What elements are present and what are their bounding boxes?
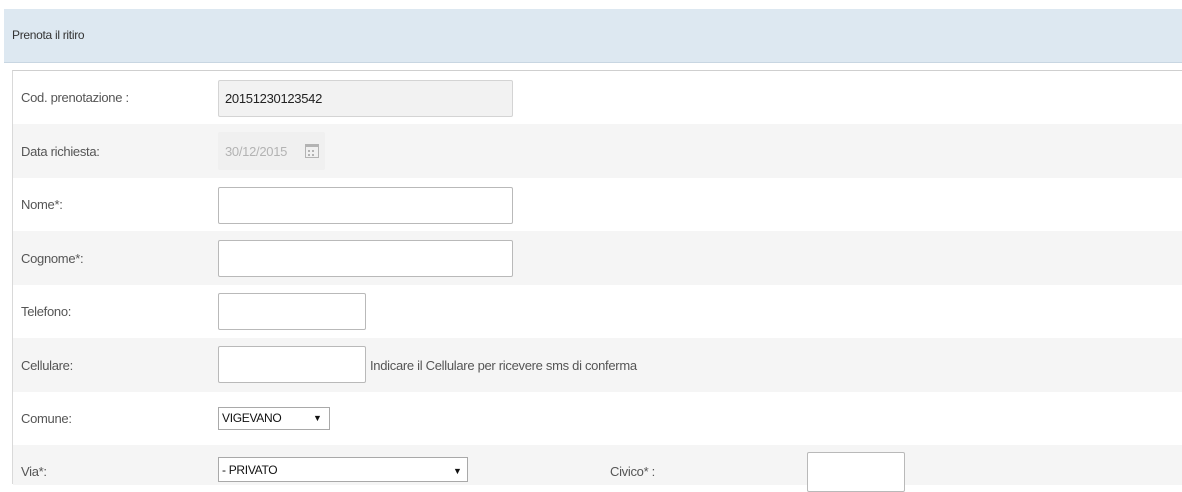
data-richiesta-field[interactable]: 30/12/2015 [218, 132, 325, 170]
row-comune: Comune: VIGEVANO ▼ [13, 392, 1182, 445]
chevron-down-icon: ▼ [313, 413, 322, 423]
panel-title: Prenota il ritiro [12, 28, 85, 42]
via-select[interactable]: - PRIVATO ▼ [218, 457, 468, 482]
nome-label: Nome*: [21, 197, 63, 212]
civico-label: Civico* : [610, 464, 655, 479]
via-selected: - PRIVATO [222, 463, 278, 477]
cognome-label: Cognome*: [21, 251, 84, 266]
telefono-label: Telefono: [21, 304, 72, 319]
nome-input[interactable] [218, 187, 513, 224]
cellulare-hint: Indicare il Cellulare per ricevere sms d… [370, 358, 637, 373]
cognome-input[interactable] [218, 240, 513, 277]
data-richiesta-label: Data richiesta: [21, 144, 100, 159]
cod-prenotazione-label: Cod. prenotazione : [21, 90, 129, 105]
cod-prenotazione-value: 20151230123542 [225, 91, 323, 106]
row-via: Via*: - PRIVATO ▼ Civico* : [13, 445, 1182, 492]
row-nome: Nome*: [13, 178, 1182, 231]
calendar-icon[interactable] [305, 144, 319, 158]
row-telefono: Telefono: [13, 285, 1182, 338]
comune-selected: VIGEVANO [222, 411, 282, 425]
row-data-richiesta: Data richiesta: 30/12/2015 [13, 124, 1182, 178]
row-cod-prenotazione: Cod. prenotazione : 20151230123542 [13, 71, 1182, 124]
via-label: Via*: [21, 464, 47, 479]
chevron-down-icon: ▼ [453, 466, 462, 476]
row-cellulare: Cellulare: Indicare il Cellulare per ric… [13, 338, 1182, 392]
cod-prenotazione-field[interactable]: 20151230123542 [218, 80, 513, 117]
panel-header: Prenota il ritiro [4, 9, 1182, 63]
cellulare-label: Cellulare: [21, 358, 73, 373]
comune-select[interactable]: VIGEVANO ▼ [218, 407, 330, 430]
comune-label: Comune: [21, 411, 72, 426]
telefono-input[interactable] [218, 293, 366, 330]
data-richiesta-value: 30/12/2015 [225, 144, 288, 159]
row-cognome: Cognome*: [13, 231, 1182, 285]
booking-form: Cod. prenotazione : 20151230123542 Data … [12, 70, 1182, 492]
cellulare-input[interactable] [218, 346, 366, 383]
civico-input[interactable] [807, 452, 905, 492]
